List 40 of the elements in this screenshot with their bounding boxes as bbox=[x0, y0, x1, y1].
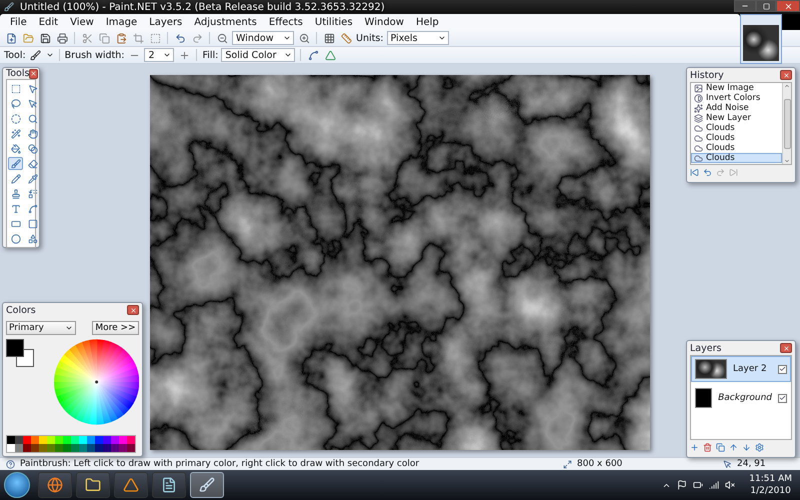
menu-item[interactable]: Window bbox=[358, 16, 410, 28]
menu-item[interactable]: File bbox=[4, 16, 33, 28]
panel-title: History bbox=[690, 70, 724, 80]
menu-item[interactable]: Utilities bbox=[308, 16, 359, 28]
history-item[interactable]: Clouds bbox=[691, 123, 782, 133]
units-dropdown[interactable]: Pixels bbox=[386, 31, 448, 45]
color-mode-dropdown[interactable]: Primary bbox=[6, 321, 76, 335]
tool-label: Tool: bbox=[4, 50, 26, 60]
status-hint: Paintbrush: Left click to draw with primary color, right click to draw with secondary color bbox=[20, 459, 420, 469]
layer-name: Layer 2 bbox=[733, 364, 768, 374]
history-item[interactable]: New Layer bbox=[691, 113, 782, 123]
history-item[interactable]: Add Noise bbox=[691, 103, 782, 113]
fill-dropdown[interactable]: Solid Color bbox=[221, 48, 296, 62]
menu-item[interactable]: Effects bbox=[262, 16, 309, 28]
cursor-position: 24, 91 bbox=[737, 459, 767, 469]
zoom-dropdown[interactable]: Window bbox=[232, 31, 294, 45]
menu-item[interactable]: Image bbox=[100, 16, 144, 28]
history-item[interactable]: Clouds bbox=[691, 133, 782, 143]
image-size: 800 x 600 bbox=[577, 459, 624, 469]
layer-item[interactable]: Layer 2 bbox=[691, 356, 791, 382]
panel-title: Colors bbox=[6, 304, 36, 316]
menu-item[interactable]: Adjustments bbox=[188, 16, 263, 28]
layer-name: Background bbox=[718, 393, 772, 403]
window-title: Untitled (100%) - Paint.NET v3.5.2 (Beta Release build 3.52.3653.32292) bbox=[20, 2, 385, 12]
more-button[interactable]: More >> bbox=[92, 321, 139, 335]
fill-label: Fill: bbox=[202, 50, 218, 60]
menu-item[interactable]: Edit bbox=[32, 16, 64, 28]
brush-width-dropdown[interactable]: 2 bbox=[144, 48, 174, 62]
history-item[interactable]: New Image bbox=[691, 83, 782, 93]
menu-item[interactable]: Layers bbox=[143, 16, 188, 28]
menu-item[interactable]: Help bbox=[410, 16, 445, 28]
units-label: Units: bbox=[356, 32, 384, 44]
clock[interactable]: 11:51 AM 1/2/2010 bbox=[749, 473, 792, 497]
history-item[interactable]: Clouds bbox=[691, 143, 782, 153]
brush-width-label: Brush width: bbox=[64, 50, 124, 60]
history-item[interactable]: Clouds bbox=[691, 153, 782, 163]
panel-title: Tools bbox=[6, 68, 30, 79]
menu-item[interactable]: View bbox=[64, 16, 100, 28]
history-item[interactable]: Invert Colors bbox=[691, 93, 782, 103]
panel-title: Layers bbox=[690, 342, 722, 354]
